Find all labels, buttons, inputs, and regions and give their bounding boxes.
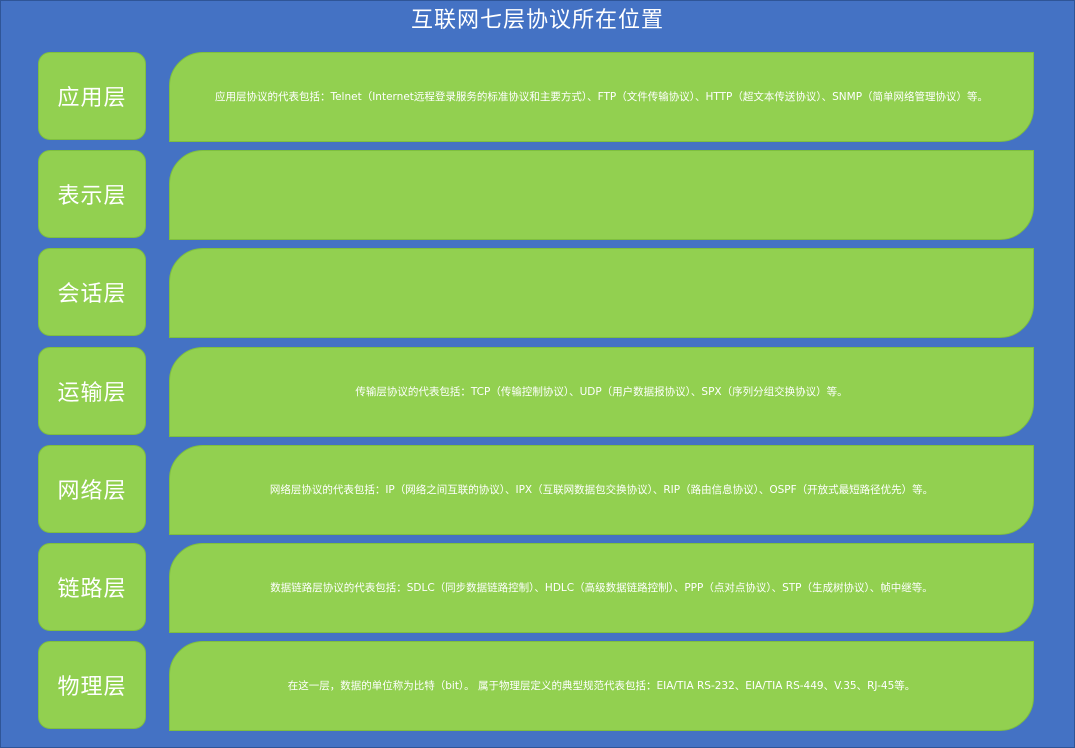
layer-row-application: 应用层 应用层协议的代表包括：Telnet（Internet远程登录服务的标准协…: [0, 52, 1075, 142]
layer-row-presentation: 表示层: [0, 150, 1075, 240]
layer-description: 在这一层，数据的单位称为比特（bit）。 属于物理层定义的典型规范代表包括：EI…: [169, 641, 1034, 731]
layer-name: 网络层: [38, 445, 146, 533]
layer-name: 链路层: [38, 543, 146, 631]
layer-name: 运输层: [38, 347, 146, 435]
layer-description: [169, 150, 1034, 240]
layer-name: 应用层: [38, 52, 146, 140]
layer-description: 应用层协议的代表包括：Telnet（Internet远程登录服务的标准协议和主要…: [169, 52, 1034, 142]
layer-description: 数据链路层协议的代表包括：SDLC（同步数据链路控制）、HDLC（高级数据链路控…: [169, 543, 1034, 633]
layer-row-transport: 运输层 传输层协议的代表包括：TCP（传输控制协议）、UDP（用户数据报协议）、…: [0, 347, 1075, 437]
layer-row-physical: 物理层 在这一层，数据的单位称为比特（bit）。 属于物理层定义的典型规范代表包…: [0, 641, 1075, 731]
layer-name: 会话层: [38, 248, 146, 336]
layer-name: 物理层: [38, 641, 146, 729]
layer-description: [169, 248, 1034, 338]
layer-name: 表示层: [38, 150, 146, 238]
layer-list: 应用层 应用层协议的代表包括：Telnet（Internet远程登录服务的标准协…: [0, 0, 1075, 748]
layer-row-session: 会话层: [0, 248, 1075, 338]
layer-description: 网络层协议的代表包括：IP（网络之间互联的协议）、IPX（互联网数据包交换协议）…: [169, 445, 1034, 535]
layer-row-network: 网络层 网络层协议的代表包括：IP（网络之间互联的协议）、IPX（互联网数据包交…: [0, 445, 1075, 535]
layer-row-datalink: 链路层 数据链路层协议的代表包括：SDLC（同步数据链路控制）、HDLC（高级数…: [0, 543, 1075, 633]
layer-description: 传输层协议的代表包括：TCP（传输控制协议）、UDP（用户数据报协议）、SPX（…: [169, 347, 1034, 437]
